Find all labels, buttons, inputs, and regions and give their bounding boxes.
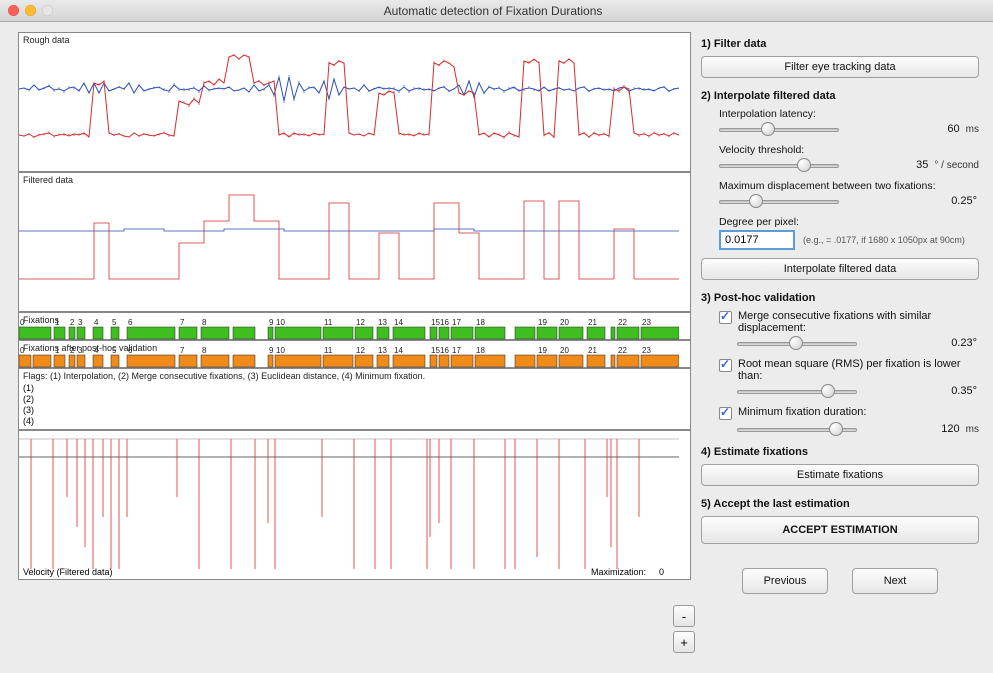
minimize-icon[interactable] (25, 5, 36, 16)
svg-text:21: 21 (588, 318, 597, 327)
svg-text:19: 19 (538, 346, 547, 355)
svg-text:19: 19 (538, 318, 547, 327)
rough-data-panel: Rough data (18, 32, 691, 172)
svg-text:9: 9 (269, 318, 274, 327)
fixations-label: Fixations (23, 315, 59, 325)
svg-text:6: 6 (128, 318, 133, 327)
mindur-slider[interactable] (737, 422, 857, 436)
deg-per-pixel-input[interactable] (719, 230, 795, 250)
close-icon[interactable] (8, 5, 19, 16)
svg-text:7: 7 (180, 318, 185, 327)
interp-latency-unit: ms (966, 124, 979, 135)
svg-text:22: 22 (618, 318, 627, 327)
section-5-title: 5) Accept the last estimation (701, 498, 979, 510)
velocity-panel: Velocity (Filtered data) Maximization: 0 (18, 430, 691, 580)
estimate-fixations-button[interactable]: Estimate fixations (701, 464, 979, 486)
svg-text:22: 22 (618, 346, 627, 355)
rms-value: 0.35° (951, 385, 979, 397)
svg-text:10: 10 (276, 318, 285, 327)
filter-data-button[interactable]: Filter eye tracking data (701, 56, 979, 78)
svg-text:17: 17 (452, 346, 461, 355)
svg-text:23: 23 (642, 346, 651, 355)
fixations-post-panel: Fixations after post-hoc validation 0123… (18, 340, 691, 368)
section-3-title: 3) Post-hoc validation (701, 292, 979, 304)
section-1-title: 1) Filter data (701, 38, 979, 50)
merge-slider[interactable] (737, 336, 857, 350)
svg-text:13: 13 (378, 346, 387, 355)
rms-label: Root mean square (RMS) per fixation is l… (738, 358, 979, 382)
section-2-title: 2) Interpolate filtered data (701, 90, 979, 102)
fixations-panel: Fixations 012345678910111213141516171819… (18, 312, 691, 340)
svg-text:14: 14 (394, 346, 403, 355)
zoom-out-button[interactable]: - (673, 605, 695, 627)
rms-checkbox[interactable] (719, 359, 732, 372)
flag-row-4: (4) (23, 416, 686, 427)
svg-text:18: 18 (476, 346, 485, 355)
svg-text:20: 20 (560, 346, 569, 355)
next-button[interactable]: Next (852, 568, 938, 594)
merge-checkbox[interactable] (719, 311, 732, 324)
mindur-unit: ms (966, 424, 979, 435)
svg-text:21: 21 (588, 346, 597, 355)
vel-thresh-slider[interactable] (719, 158, 839, 172)
svg-text:11: 11 (324, 346, 333, 355)
mindur-checkbox[interactable] (719, 407, 732, 420)
svg-text:23: 23 (642, 318, 651, 327)
zoom-in-button[interactable]: + (673, 631, 695, 653)
svg-text:5: 5 (112, 318, 117, 327)
rough-data-label: Rough data (23, 35, 70, 45)
svg-text:16: 16 (440, 318, 449, 327)
accept-estimation-button[interactable]: ACCEPT ESTIMATION (701, 516, 979, 544)
maximization-label: Maximization: (591, 567, 646, 577)
velocity-label: Velocity (Filtered data) (23, 567, 113, 577)
interp-latency-label: Interpolation latency: (719, 108, 979, 120)
svg-text:7: 7 (180, 346, 185, 355)
mindur-value: 120 (941, 423, 961, 435)
svg-text:14: 14 (394, 318, 403, 327)
svg-text:9: 9 (269, 346, 274, 355)
interp-latency-slider[interactable] (719, 122, 839, 136)
flags-panel: Flags: (1) Interpolation, (2) Merge cons… (18, 368, 691, 430)
flag-row-1: (1) (23, 383, 686, 394)
svg-text:13: 13 (378, 318, 387, 327)
window-title: Automatic detection of Fixation Duration… (53, 4, 993, 18)
max-disp-slider[interactable] (719, 194, 839, 208)
svg-text:8: 8 (202, 346, 207, 355)
flag-row-3: (3) (23, 405, 686, 416)
rms-slider[interactable] (737, 384, 857, 398)
svg-text:11: 11 (324, 318, 333, 327)
svg-text:17: 17 (452, 318, 461, 327)
max-disp-value: 0.25° (951, 195, 979, 207)
flag-row-2: (2) (23, 394, 686, 405)
fixations-post-label: Fixations after post-hoc validation (23, 343, 157, 353)
vel-thresh-unit: ° / second (934, 160, 979, 171)
svg-text:16: 16 (440, 346, 449, 355)
interp-latency-value: 60 (947, 123, 961, 135)
svg-text:12: 12 (356, 318, 365, 327)
svg-text:4: 4 (94, 318, 99, 327)
maximization-value: 0 (659, 567, 664, 577)
svg-text:10: 10 (276, 346, 285, 355)
section-4-title: 4) Estimate fixations (701, 446, 979, 458)
mindur-label: Minimum fixation duration: (738, 406, 866, 418)
svg-text:12: 12 (356, 346, 365, 355)
svg-text:2: 2 (70, 318, 75, 327)
svg-text:3: 3 (78, 318, 83, 327)
svg-text:20: 20 (560, 318, 569, 327)
flags-header: Flags: (1) Interpolation, (2) Merge cons… (23, 371, 425, 381)
merge-label: Merge consecutive fixations with similar… (738, 310, 979, 334)
vel-thresh-value: 35 (916, 159, 930, 171)
filtered-data-panel: Filtered data (18, 172, 691, 312)
maximize-icon (42, 5, 53, 16)
svg-text:18: 18 (476, 318, 485, 327)
merge-value: 0.23° (951, 337, 979, 349)
deg-per-pixel-hint: (e.g., = .0177, if 1680 x 1050px at 90cm… (803, 235, 965, 245)
previous-button[interactable]: Previous (742, 568, 828, 594)
filtered-data-label: Filtered data (23, 175, 73, 185)
deg-per-pixel-label: Degree per pixel: (719, 216, 979, 228)
interpolate-button[interactable]: Interpolate filtered data (701, 258, 979, 280)
vel-thresh-label: Velocity threshold: (719, 144, 979, 156)
max-disp-label: Maximum displacement between two fixatio… (719, 180, 979, 192)
svg-text:8: 8 (202, 318, 207, 327)
